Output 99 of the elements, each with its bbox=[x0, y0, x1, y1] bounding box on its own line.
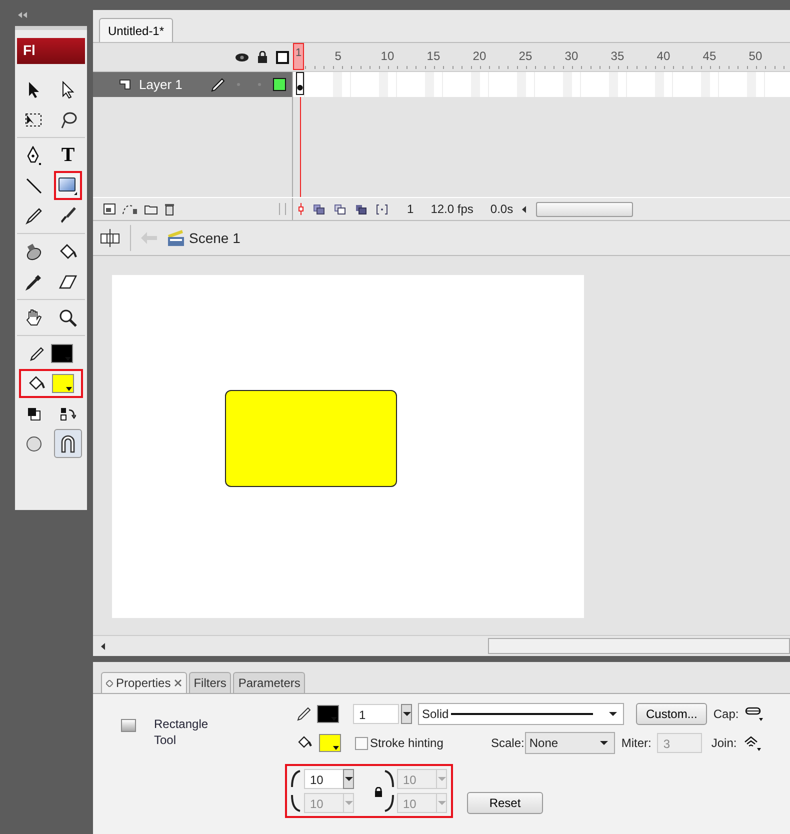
color-swatch[interactable] bbox=[51, 344, 73, 363]
layer-outline-color[interactable] bbox=[273, 78, 286, 91]
text-tool[interactable]: T bbox=[54, 141, 82, 170]
brush-icon bbox=[59, 206, 77, 224]
scroll-left-icon[interactable] bbox=[101, 642, 106, 650]
corner-radius-field[interactable]: 10 bbox=[304, 769, 344, 789]
collapse-icon[interactable] bbox=[18, 12, 28, 18]
miter-label: Miter: bbox=[621, 736, 652, 750]
pencil-icon bbox=[25, 206, 43, 224]
eye-icon[interactable] bbox=[235, 52, 249, 62]
cap-label: Cap: bbox=[713, 707, 739, 721]
onion-markers-icon[interactable] bbox=[376, 204, 388, 214]
magnet-icon bbox=[59, 434, 77, 454]
app-logo: Fl bbox=[17, 38, 85, 64]
color-swatch[interactable] bbox=[317, 705, 339, 723]
pencil-icon bbox=[211, 78, 225, 92]
document-tab[interactable]: Untitled-1* bbox=[99, 18, 174, 42]
pen-icon bbox=[25, 146, 43, 166]
new-layer-icon[interactable] bbox=[103, 203, 116, 215]
elapsed-time: 0.0s bbox=[490, 202, 514, 216]
reset-button[interactable]: Reset bbox=[467, 792, 543, 814]
arrow-icon bbox=[27, 80, 41, 98]
fill-color-control[interactable] bbox=[19, 369, 83, 398]
custom-button[interactable]: Custom... bbox=[636, 703, 708, 725]
tool-name: Rectangle Tool bbox=[154, 716, 210, 748]
folder-icon[interactable] bbox=[144, 204, 158, 214]
corner-icon bbox=[384, 794, 394, 812]
swap-colors-icon bbox=[60, 406, 76, 420]
onion-outline-icon[interactable] bbox=[334, 204, 346, 214]
zoom-icon bbox=[58, 308, 78, 328]
lock-icon[interactable] bbox=[257, 51, 268, 63]
paint-bucket-icon bbox=[297, 736, 313, 750]
snap-button[interactable] bbox=[54, 429, 82, 458]
scene-name[interactable]: Scene 1 bbox=[189, 230, 240, 246]
rectangle-shape[interactable] bbox=[225, 390, 397, 487]
cap-icon[interactable] bbox=[744, 706, 763, 722]
edit-bar-icon[interactable] bbox=[100, 229, 120, 247]
corner-icon bbox=[384, 770, 394, 788]
hand-icon bbox=[24, 308, 44, 328]
resize-grip[interactable] bbox=[279, 203, 286, 215]
paint-bucket-icon bbox=[58, 242, 78, 260]
layer-name: Layer 1 bbox=[139, 77, 184, 92]
pencil-icon bbox=[29, 346, 45, 362]
eraser-icon bbox=[58, 274, 78, 290]
frame-number: 45 bbox=[702, 49, 716, 63]
rectangle-tool[interactable] bbox=[54, 171, 82, 200]
outline-icon[interactable] bbox=[276, 50, 289, 64]
frame-number: 10 bbox=[380, 49, 394, 63]
ink-bottle-icon bbox=[24, 242, 44, 260]
color-swatch[interactable] bbox=[52, 374, 74, 393]
scale-label: Scale: bbox=[491, 736, 524, 750]
corner-icon bbox=[291, 794, 301, 812]
layer-icon bbox=[119, 79, 131, 90]
scrollbar-thumb[interactable] bbox=[536, 202, 634, 216]
panel-tab[interactable]: Properties bbox=[101, 672, 187, 693]
eyedropper-icon bbox=[25, 272, 43, 290]
color-swatch[interactable] bbox=[319, 734, 341, 752]
panel-tab[interactable]: Filters bbox=[188, 672, 232, 693]
frame-number: 40 bbox=[656, 49, 670, 63]
frame-number: 15 bbox=[426, 49, 440, 63]
stroke-width-field[interactable]: 1 bbox=[353, 704, 399, 724]
circle-icon bbox=[25, 434, 43, 452]
default-colors-icon bbox=[27, 406, 41, 420]
scale-select[interactable]: None bbox=[525, 732, 616, 754]
center-frame-icon[interactable] bbox=[298, 203, 304, 215]
panel-tab[interactable]: Parameters bbox=[233, 672, 306, 693]
onion-skin-icon[interactable] bbox=[313, 204, 325, 214]
frame-number: 30 bbox=[564, 49, 578, 63]
frame-number: 5 bbox=[334, 49, 342, 63]
line-icon bbox=[25, 176, 43, 194]
layer-row[interactable]: Layer 1 bbox=[93, 72, 293, 97]
scrollbar-thumb[interactable] bbox=[488, 638, 790, 654]
join-label: Join: bbox=[711, 736, 737, 750]
rectangle-icon bbox=[121, 719, 136, 732]
lock-icon[interactable] bbox=[374, 787, 383, 797]
frame-rate: 12.0 fps bbox=[430, 202, 474, 216]
join-icon[interactable] bbox=[742, 734, 761, 752]
scroll-left-icon[interactable] bbox=[522, 206, 528, 212]
transform-icon bbox=[24, 110, 44, 128]
current-frame: 1 bbox=[407, 202, 414, 216]
stroke-style-select[interactable]: Solid bbox=[418, 703, 624, 725]
clapperboard-icon bbox=[167, 229, 185, 247]
stroke-hinting-checkbox[interactable]: Stroke hinting bbox=[355, 736, 467, 750]
edit-frames-icon[interactable] bbox=[355, 204, 367, 214]
corner-icon bbox=[291, 770, 301, 788]
pencil-icon bbox=[297, 707, 311, 721]
playhead-marker[interactable]: 1 bbox=[293, 43, 304, 70]
close-icon[interactable] bbox=[174, 679, 182, 687]
keyframe-icon[interactable] bbox=[296, 72, 304, 95]
trash-icon[interactable] bbox=[164, 202, 175, 216]
diamond-icon bbox=[106, 680, 113, 686]
hollow-arrow-icon bbox=[61, 80, 75, 98]
frame-number: 50 bbox=[748, 49, 762, 63]
rectangle-icon bbox=[58, 176, 78, 194]
motion-guide-icon[interactable] bbox=[122, 203, 138, 215]
frame-number: 25 bbox=[518, 49, 532, 63]
frame-number: 35 bbox=[610, 49, 624, 63]
frame-number: 20 bbox=[472, 49, 486, 63]
paint-bucket-icon bbox=[28, 376, 46, 392]
